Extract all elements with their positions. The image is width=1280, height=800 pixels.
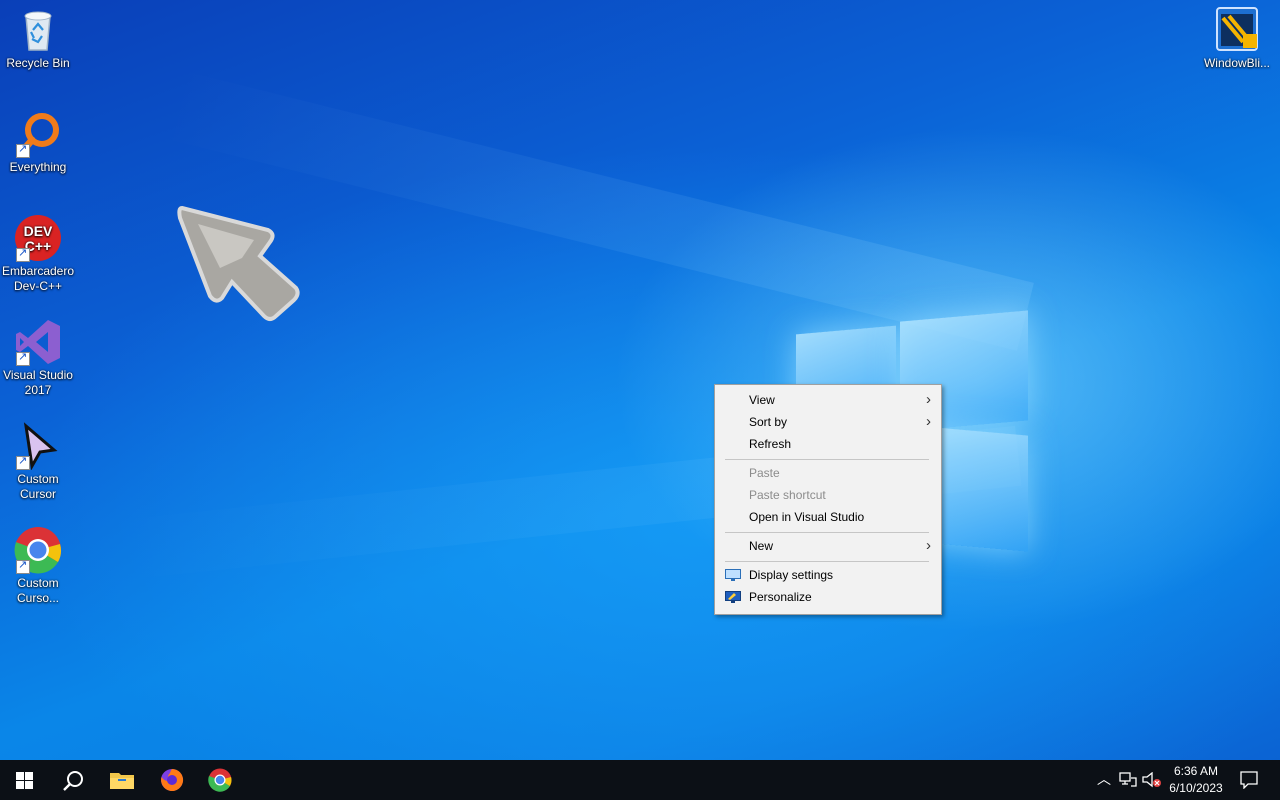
- icon-label: Everything: [9, 160, 67, 174]
- custom-cursor-icon: [14, 422, 62, 471]
- network-button[interactable]: [1116, 760, 1138, 800]
- windowblinds-icon: [1213, 6, 1261, 54]
- clock[interactable]: 6:36 AM 6/10/2023: [1164, 760, 1228, 800]
- network-icon: [1119, 772, 1137, 787]
- start-icon: [16, 772, 33, 789]
- notification-icon: [1240, 771, 1258, 789]
- personalize-icon: [725, 591, 741, 603]
- icon-label: Visual Studio 2017: [3, 368, 73, 397]
- menu-separator: [725, 561, 929, 562]
- clock-time: 6:36 AM: [1173, 764, 1219, 778]
- menu-item-refresh[interactable]: Refresh: [715, 433, 941, 455]
- menu-item-view[interactable]: View ›: [715, 389, 941, 411]
- volume-button[interactable]: [1140, 760, 1162, 800]
- shortcut-arrow-icon: [16, 350, 30, 366]
- tray-overflow-button[interactable]: ︿: [1092, 760, 1114, 800]
- devcpp-icon: DEV C++: [14, 214, 62, 262]
- shortcut-arrow-icon: [16, 142, 30, 158]
- menu-item-new[interactable]: New ›: [715, 535, 941, 557]
- search-button[interactable]: [48, 760, 96, 800]
- icon-label: Custom Curso...: [16, 576, 59, 605]
- notification-center-button[interactable]: [1232, 760, 1268, 800]
- taskbar-file-explorer[interactable]: [98, 760, 146, 800]
- chevron-right-icon: ›: [926, 537, 931, 554]
- menu-item-sort-by[interactable]: Sort by ›: [715, 411, 941, 433]
- menu-item-personalize[interactable]: Personalize: [715, 586, 941, 608]
- desktop-icon-recycle-bin[interactable]: Recycle Bin: [0, 6, 76, 71]
- taskbar: ︿ 6:36 AM 6/10/2023: [0, 760, 1280, 800]
- taskbar-chrome[interactable]: [196, 760, 244, 800]
- start-button[interactable]: [0, 760, 48, 800]
- menu-item-display-settings[interactable]: Display settings: [715, 564, 941, 586]
- firefox-icon: [161, 768, 184, 791]
- icon-label: Custom Cursor: [17, 472, 59, 501]
- desktop-icon-visual-studio[interactable]: Visual Studio 2017: [0, 318, 76, 398]
- icon-label: Recycle Bin: [6, 56, 70, 70]
- desktop-icon-devcpp[interactable]: DEV C++ Embarcadero Dev-C++: [0, 214, 76, 294]
- menu-item-open-in-visual-studio[interactable]: Open in Visual Studio: [715, 506, 941, 528]
- chevron-right-icon: ›: [926, 391, 931, 408]
- everything-search-icon: [14, 110, 62, 158]
- menu-separator: [725, 532, 929, 533]
- recycle-bin-icon: [14, 6, 62, 54]
- search-icon: [63, 771, 83, 791]
- menu-item-paste[interactable]: Paste: [715, 462, 941, 484]
- shortcut-arrow-icon: [16, 558, 30, 574]
- chrome-icon: [14, 526, 62, 574]
- chevron-up-icon: ︿: [1097, 771, 1111, 787]
- menu-item-paste-shortcut[interactable]: Paste shortcut: [715, 484, 941, 506]
- shortcut-arrow-icon: [16, 246, 30, 262]
- volume-muted-icon: [1142, 772, 1161, 788]
- file-explorer-icon: [110, 773, 134, 789]
- desktop-icon-everything[interactable]: Everything: [0, 110, 76, 175]
- clock-date: 6/10/2023: [1169, 781, 1223, 795]
- taskbar-firefox[interactable]: [148, 760, 196, 800]
- icon-label: WindowBli...: [1203, 56, 1271, 70]
- chrome-icon: [208, 768, 232, 792]
- shortcut-arrow-icon: [16, 454, 30, 470]
- visual-studio-icon: [14, 318, 62, 366]
- display-settings-icon: [725, 569, 741, 581]
- chevron-right-icon: ›: [926, 413, 931, 430]
- large-cursor-icon: [177, 205, 300, 321]
- desktop-icon-custom-cursor[interactable]: Custom Cursor: [0, 422, 76, 502]
- desktop-icon-custom-cursor-chrome[interactable]: Custom Curso...: [0, 526, 76, 606]
- icon-label: Embarcadero Dev-C++: [1, 264, 75, 293]
- menu-separator: [725, 459, 929, 460]
- desktop-icon-windowblinds[interactable]: WindowBli...: [1198, 6, 1276, 71]
- svg-text:DEV: DEV: [24, 223, 53, 239]
- desktop-context-menu: View › Sort by › Refresh Paste Paste sho…: [714, 384, 942, 615]
- desktop[interactable]: Recycle Bin Everything DEV C++ Embarcade…: [0, 0, 1280, 760]
